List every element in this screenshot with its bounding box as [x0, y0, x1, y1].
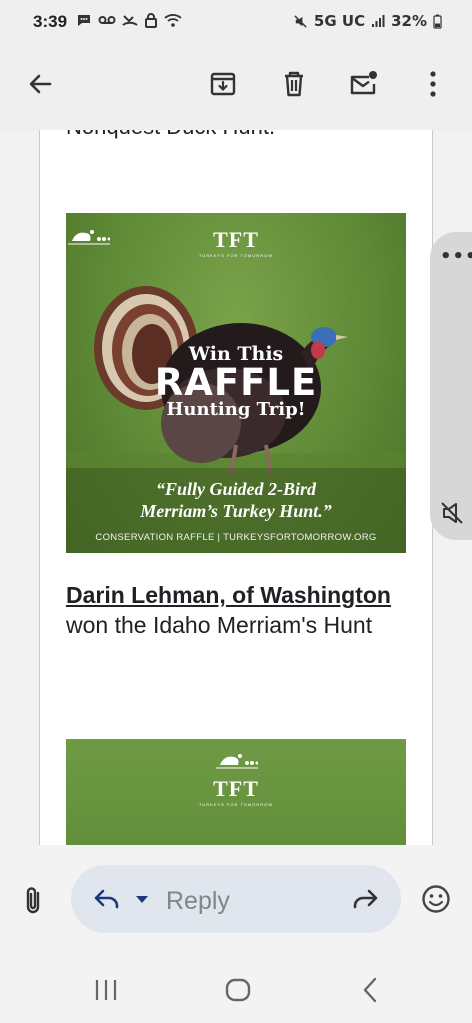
more-options-icon: [430, 71, 436, 97]
status-right: 5G UC 32%: [293, 12, 442, 30]
winner-rest-text: won the Idaho Merriam's Hunt: [66, 612, 373, 638]
mark-unread-icon: [350, 71, 377, 95]
turkey-logo-icon: [216, 754, 259, 769]
archive-icon: [210, 72, 236, 96]
signal-icon: [372, 15, 385, 27]
raffle-footer-text: CONSERVATION RAFFLE | TURKEYSFORTOMORROW…: [95, 532, 377, 543]
voicemail-icon: [98, 16, 116, 24]
recents-icon[interactable]: [94, 979, 118, 1001]
second-promo-image[interactable]: TFT TURKEYS FOR TOMORROW: [66, 739, 406, 845]
quote-line-2: Merriam’s Turkey Hunt.”: [140, 501, 332, 521]
mute-icon[interactable]: [440, 500, 466, 526]
status-time: 3:39: [33, 12, 68, 31]
edge-panel-menu[interactable]: •••: [440, 246, 472, 267]
tft-logo-text: TFT: [213, 227, 259, 252]
reply-bar: Reply: [0, 845, 472, 955]
notification-icons: [76, 12, 182, 28]
back-arrow-icon: [29, 74, 52, 94]
dropdown-icon[interactable]: [135, 895, 149, 904]
mark-unread-button[interactable]: [342, 62, 386, 106]
network-label: 5G UC: [313, 12, 366, 30]
tft-logo-2: TFT TURKEYS FOR TOMORROW: [66, 751, 406, 807]
quote-line-1: “Fully Guided 2-Bird: [155, 479, 316, 499]
winner-announcement: Darin Lehman, of Washington won the Idah…: [66, 580, 396, 640]
emoji-icon[interactable]: [421, 884, 451, 914]
delete-icon: [285, 71, 303, 97]
delete-button[interactable]: [272, 62, 316, 106]
forward-icon[interactable]: [351, 888, 379, 910]
home-icon[interactable]: [225, 978, 251, 1002]
mute-status-icon: [294, 14, 307, 28]
cut-off-text: Nonquest Duck Hunt.: [66, 130, 275, 140]
raffle-text: RAFFLE: [154, 361, 318, 404]
wifi-icon: [164, 14, 182, 27]
tft-logo-subtext: TURKEYS FOR TOMORROW: [198, 253, 274, 258]
lock-icon: [145, 13, 157, 28]
more-options-button[interactable]: [411, 62, 455, 106]
tft-logo-subtext: TURKEYS FOR TOMORROW: [198, 802, 274, 807]
battery-percent: 32%: [391, 12, 427, 30]
email-body[interactable]: Nonquest Duck Hunt.: [0, 130, 472, 845]
back-icon[interactable]: [362, 977, 378, 1003]
battery-icon: [433, 14, 442, 29]
back-button[interactable]: [18, 62, 62, 106]
reply-pill[interactable]: Reply: [71, 865, 401, 933]
winner-name-link[interactable]: Darin Lehman, of Washington: [66, 582, 391, 608]
status-bar: 3:39 5G UC 32%: [0, 0, 472, 46]
raffle-promo-image[interactable]: TFT TURKEYS FOR TOMORROW Win This RAFFLE…: [66, 213, 406, 553]
archive-button[interactable]: [201, 62, 245, 106]
missed-call-icon: [122, 15, 138, 26]
tft-logo-text: TFT: [213, 776, 259, 801]
email-toolbar: [0, 46, 472, 130]
attachment-icon[interactable]: [22, 885, 46, 917]
chat-icon: [78, 15, 90, 26]
reply-icon[interactable]: [93, 888, 121, 910]
edge-panel[interactable]: •••: [430, 232, 472, 540]
turkey-logo-icon: [68, 230, 110, 245]
system-nav-bar: [0, 955, 472, 1023]
tft-logo: TFT TURKEYS FOR TOMORROW: [66, 227, 406, 258]
reply-label[interactable]: Reply: [166, 887, 230, 916]
hunting-trip-text: Hunting Trip!: [166, 399, 306, 420]
